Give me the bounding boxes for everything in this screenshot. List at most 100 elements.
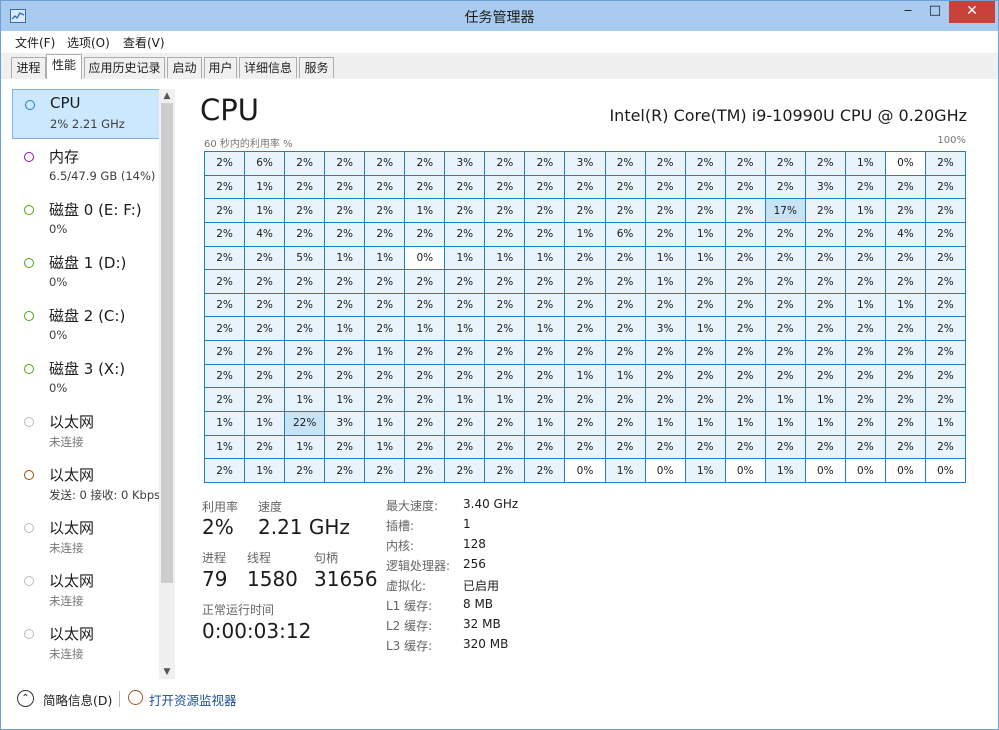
disk-status-icon bbox=[24, 258, 34, 268]
disk-status-icon bbox=[24, 364, 34, 374]
maximize-button[interactable]: □ bbox=[920, 1, 950, 23]
core-usage-cell: 2% bbox=[485, 459, 525, 482]
core-usage-cell: 2% bbox=[245, 293, 285, 317]
speed-value: 2.21 GHz bbox=[258, 515, 350, 539]
core-usage-cell: 3% bbox=[645, 317, 685, 341]
core-usage-cell: 2% bbox=[205, 459, 245, 482]
tab-processes[interactable]: 进程 bbox=[11, 57, 46, 78]
core-usage-cell: 2% bbox=[485, 412, 525, 435]
core-usage-cell: 2% bbox=[725, 388, 765, 412]
chevron-up-icon[interactable]: ⌃ bbox=[17, 690, 34, 707]
sidebar-item-ethernet[interactable]: 以太网 未连接 bbox=[12, 513, 159, 563]
core-usage-cell: 2% bbox=[725, 317, 765, 341]
task-manager-window: 任务管理器 ‒ □ ✕ 文件(F) 选项(O) 查看(V) 进程 性能 应用历史… bbox=[0, 0, 999, 730]
open-resource-monitor-link[interactable]: 打开资源监视器 bbox=[149, 690, 237, 709]
core-usage-cell: 2% bbox=[405, 341, 445, 364]
core-usage-cell: 2% bbox=[845, 435, 885, 459]
core-usage-cell: 2% bbox=[925, 175, 965, 199]
core-usage-cell: 2% bbox=[765, 435, 805, 459]
core-usage-cell: 1% bbox=[565, 222, 605, 246]
core-usage-cell: 2% bbox=[485, 270, 525, 293]
core-usage-cell: 2% bbox=[725, 175, 765, 199]
scroll-thumb[interactable] bbox=[161, 103, 173, 583]
scroll-up-arrow-icon[interactable]: ▲ bbox=[159, 89, 175, 103]
sidebar-item-memory[interactable]: 内存 6.5/47.9 GB (14%) bbox=[12, 142, 159, 192]
core-usage-cell: 2% bbox=[245, 435, 285, 459]
core-usage-cell: 6% bbox=[605, 222, 645, 246]
tab-users[interactable]: 用户 bbox=[204, 57, 237, 78]
sidebar-item-disk-1[interactable]: 磁盘 1 (D:) 0% bbox=[12, 248, 159, 298]
core-usage-cell: 2% bbox=[245, 341, 285, 364]
core-usage-cell: 2% bbox=[325, 175, 365, 199]
core-usage-cell: 6% bbox=[245, 152, 285, 175]
core-usage-cell: 2% bbox=[725, 199, 765, 222]
fewer-details-button[interactable]: 简略信息(D) bbox=[43, 690, 112, 709]
ethernet-status-icon bbox=[24, 576, 34, 586]
tab-startup[interactable]: 启动 bbox=[167, 57, 202, 78]
sidebar-item-ethernet[interactable]: 以太网 未连接 bbox=[12, 407, 159, 457]
core-usage-cell: 2% bbox=[805, 317, 845, 341]
core-usage-cell: 0% bbox=[885, 152, 925, 175]
sidebar-item-label: 磁盘 1 (D:) bbox=[49, 254, 127, 272]
core-usage-cell: 2% bbox=[205, 317, 245, 341]
sidebar-item-disk-2[interactable]: 磁盘 2 (C:) 0% bbox=[12, 301, 159, 351]
menu-file[interactable]: 文件(F) bbox=[15, 34, 55, 51]
core-usage-cell: 2% bbox=[365, 199, 405, 222]
core-usage-cell: 2% bbox=[285, 341, 325, 364]
sidebar-item-label: CPU bbox=[50, 94, 81, 112]
core-usage-cell: 2% bbox=[645, 199, 685, 222]
sidebar-scrollbar[interactable]: ▲ ▼ bbox=[159, 89, 175, 679]
core-usage-cell: 2% bbox=[245, 270, 285, 293]
title-bar[interactable]: 任务管理器 ‒ □ ✕ bbox=[1, 1, 998, 31]
core-usage-cell: 1% bbox=[365, 341, 405, 364]
core-usage-cell: 2% bbox=[445, 199, 485, 222]
sidebar-item-ethernet[interactable]: 以太网 未连接 bbox=[12, 619, 159, 669]
core-usage-cell: 2% bbox=[925, 341, 965, 364]
core-usage-cell: 2% bbox=[805, 222, 845, 246]
core-usage-cell: 2% bbox=[605, 270, 645, 293]
core-usage-cell: 2% bbox=[845, 222, 885, 246]
core-usage-cell: 3% bbox=[805, 175, 845, 199]
tab-details[interactable]: 详细信息 bbox=[239, 57, 297, 78]
core-usage-cell: 2% bbox=[285, 175, 325, 199]
core-usage-cell: 1% bbox=[685, 222, 725, 246]
core-usage-cell: 2% bbox=[805, 270, 845, 293]
core-usage-cell: 2% bbox=[925, 364, 965, 388]
core-usage-cell: 2% bbox=[605, 435, 645, 459]
sidebar-item-ethernet[interactable]: 以太网 未连接 bbox=[12, 566, 159, 616]
core-usage-cell: 1% bbox=[765, 388, 805, 412]
core-usage-cell: 2% bbox=[605, 341, 645, 364]
core-usage-cell: 2% bbox=[725, 364, 765, 388]
menu-view[interactable]: 查看(V) bbox=[123, 34, 165, 51]
core-usage-cell: 2% bbox=[805, 246, 845, 270]
core-usage-cell: 2% bbox=[485, 341, 525, 364]
detail-value: 128 bbox=[463, 537, 486, 551]
core-usage-cell: 2% bbox=[765, 270, 805, 293]
resource-monitor-icon bbox=[128, 690, 143, 705]
tab-app-history[interactable]: 应用历史记录 bbox=[84, 57, 165, 78]
core-usage-cell: 2% bbox=[205, 152, 245, 175]
core-usage-cell: 3% bbox=[565, 152, 605, 175]
core-usage-cell: 2% bbox=[765, 246, 805, 270]
sidebar-item-cpu[interactable]: CPU 2% 2.21 GHz bbox=[12, 89, 159, 139]
detail-label: 最大速度: bbox=[386, 499, 439, 513]
menu-options[interactable]: 选项(O) bbox=[67, 34, 110, 51]
sidebar-item-disk-3[interactable]: 磁盘 3 (X:) 0% bbox=[12, 354, 159, 404]
sidebar-item-label: 以太网 bbox=[49, 466, 95, 484]
tab-services[interactable]: 服务 bbox=[299, 57, 334, 78]
uptime-label: 正常运行时间 bbox=[202, 603, 275, 617]
sidebar-item-value: 未连接 bbox=[49, 594, 84, 608]
detail-label: 逻辑处理器: bbox=[386, 559, 451, 573]
core-usage-cell: 2% bbox=[245, 246, 285, 270]
sidebar-item-ethernet[interactable]: 以太网 发送: 0 接收: 0 Kbps bbox=[12, 460, 159, 510]
core-usage-cell: 2% bbox=[565, 175, 605, 199]
minimize-button[interactable]: ‒ bbox=[893, 1, 923, 23]
tab-performance[interactable]: 性能 bbox=[46, 54, 82, 79]
core-usage-cell: 2% bbox=[285, 459, 325, 482]
close-button[interactable]: ✕ bbox=[949, 1, 995, 23]
scroll-down-arrow-icon[interactable]: ▼ bbox=[159, 665, 175, 679]
core-usage-cell: 2% bbox=[405, 270, 445, 293]
sidebar-item-value: 2% 2.21 GHz bbox=[50, 117, 125, 131]
sidebar-item-disk-0[interactable]: 磁盘 0 (E: F:) 0% bbox=[12, 195, 159, 245]
core-usage-cell: 2% bbox=[205, 364, 245, 388]
